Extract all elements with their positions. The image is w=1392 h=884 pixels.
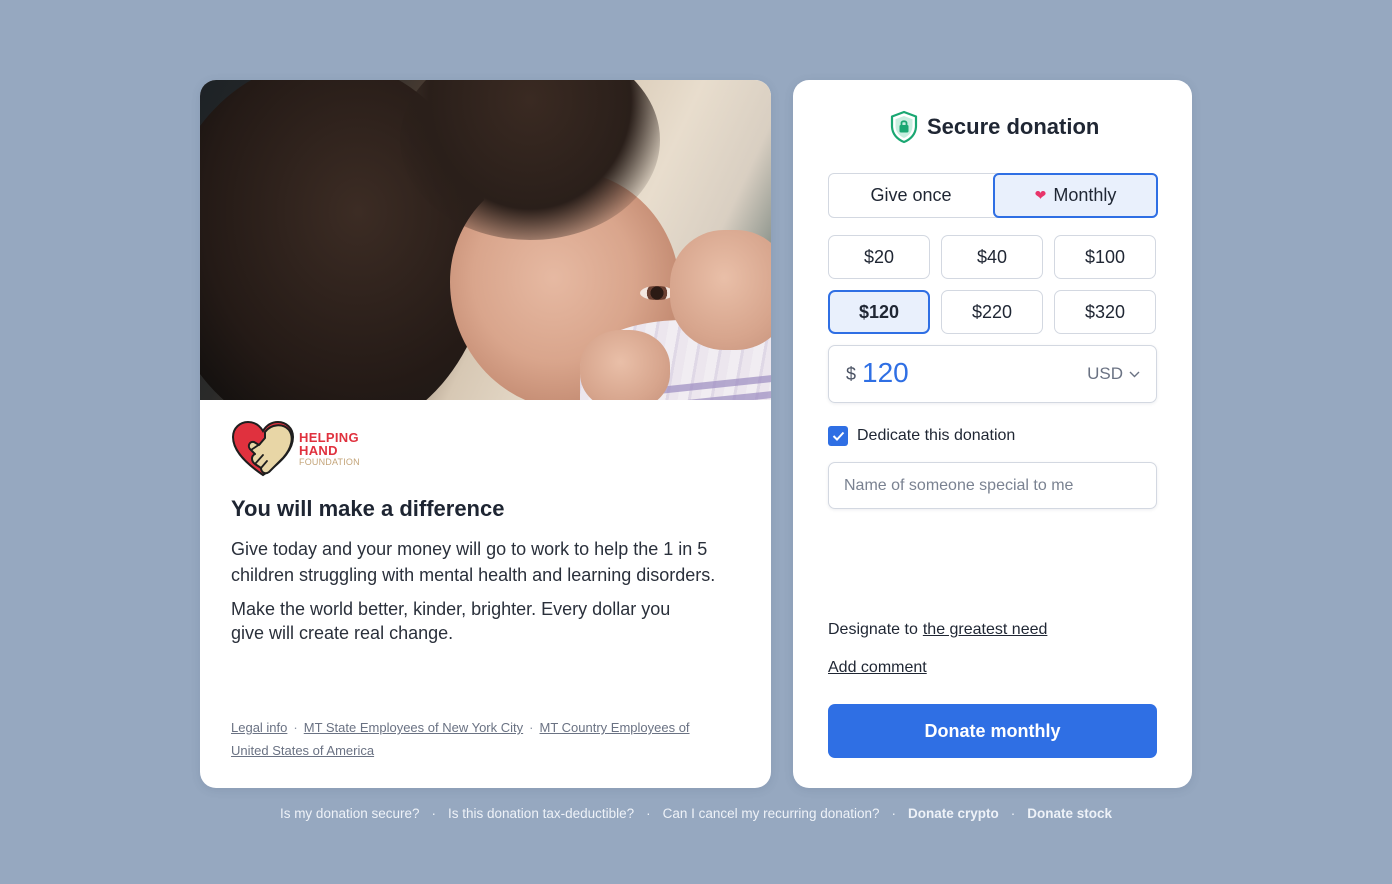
faq-cancel-link[interactable]: Can I cancel my recurring donation?: [663, 806, 880, 821]
amount-value[interactable]: 120: [862, 357, 909, 389]
legal-link-nyc[interactable]: MT State Employees of New York City: [304, 720, 523, 735]
give-once-button[interactable]: Give once: [829, 173, 993, 218]
heart-icon: ❤: [1034, 187, 1047, 203]
amount-option-40[interactable]: $40: [941, 235, 1043, 279]
dedicate-row: Dedicate this donation: [828, 426, 1015, 446]
amount-option-220[interactable]: $220: [941, 290, 1043, 334]
separator: ·: [646, 806, 651, 821]
campaign-description: Give today and your money will go to wor…: [231, 539, 716, 585]
separator: ·: [293, 720, 298, 735]
separator: ·: [431, 806, 437, 821]
currency-label: USD: [1087, 364, 1123, 383]
amount-option-20[interactable]: $20: [828, 235, 930, 279]
dedicate-checkbox[interactable]: [828, 426, 848, 446]
dedication-name-input[interactable]: [828, 462, 1157, 509]
brand-name-line1: HELPING: [299, 429, 359, 445]
designate-prefix: Designate to: [828, 621, 918, 638]
amount-option-120[interactable]: $120: [828, 290, 930, 334]
faq-tax-link[interactable]: Is this donation tax-deductible?: [448, 806, 634, 821]
hero-photo: [200, 80, 771, 400]
donate-monthly-button[interactable]: Donate monthly: [828, 704, 1157, 758]
currency-select[interactable]: USD: [1087, 364, 1140, 384]
form-title: Secure donation: [927, 114, 1100, 139]
give-once-label: Give once: [870, 185, 952, 205]
monthly-label: Monthly: [1053, 185, 1117, 205]
legal-info-link[interactable]: Legal info: [231, 720, 287, 735]
heart-handshake-icon: [231, 420, 295, 477]
donate-crypto-link[interactable]: Donate crypto: [908, 806, 999, 821]
form-header: Secure donation: [889, 110, 1099, 144]
campaign-tagline: Make the world better, kinder, brighter.…: [231, 599, 671, 643]
shield-lock-icon: [890, 110, 918, 144]
separator: ·: [1010, 806, 1016, 821]
designate-row: Designate to the greatest need: [828, 621, 1047, 639]
monthly-button[interactable]: ❤ Monthly: [993, 173, 1158, 218]
amount-option-320[interactable]: $320: [1054, 290, 1156, 334]
faq-secure-link[interactable]: Is my donation secure?: [280, 806, 420, 821]
chevron-down-icon: [1129, 371, 1140, 377]
donation-form: Secure donation Give once ❤ Monthly $20 …: [793, 80, 1192, 788]
brand-name-line2: HAND: [299, 442, 338, 458]
separator: ·: [891, 806, 897, 821]
campaign-headline: You will make a difference: [231, 496, 505, 521]
dedicate-label: Dedicate this donation: [857, 427, 1016, 444]
legal-links: Legal info · MT State Employees of New Yor…: [231, 716, 701, 762]
currency-symbol: $: [846, 364, 857, 384]
designate-link[interactable]: the greatest need: [923, 621, 1048, 638]
separator: ·: [529, 720, 534, 735]
brand-name-line3: FOUNDATION: [299, 456, 360, 467]
footer-links: Is my donation secure? · Is this donatio…: [0, 806, 1392, 821]
checkmark-icon: [832, 431, 844, 441]
amount-option-100[interactable]: $100: [1054, 235, 1156, 279]
add-comment-link[interactable]: Add comment: [828, 659, 927, 677]
brand-logo: HELPING HAND FOUNDATION: [231, 420, 360, 478]
campaign-card: HELPING HAND FOUNDATION You will make a …: [200, 80, 771, 788]
donate-stock-link[interactable]: Donate stock: [1027, 806, 1112, 821]
frequency-toggle: Give once ❤ Monthly: [828, 173, 1158, 218]
custom-amount-field[interactable]: $ 120 USD: [828, 345, 1157, 403]
